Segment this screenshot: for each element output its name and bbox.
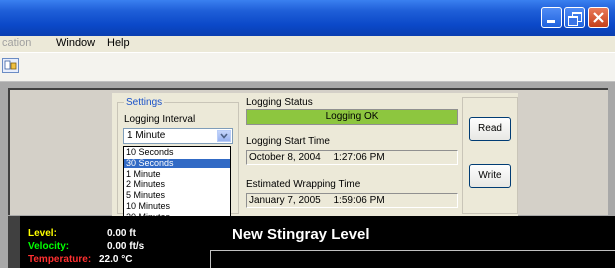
start-date: October 8, 2004 — [249, 152, 321, 163]
option-10-minutes[interactable]: 10 Minutes — [124, 202, 230, 211]
pane-border — [8, 216, 20, 268]
start-time: 1:27:06 PM — [333, 152, 385, 163]
velocity-value: 0.00 ft/s — [107, 241, 145, 252]
menu-item-application[interactable]: cation — [2, 37, 31, 49]
menu-item-help[interactable]: Help — [107, 37, 130, 49]
logging-status-indicator: Logging OK — [246, 109, 458, 125]
toolbar — [0, 52, 615, 82]
option-5-minutes[interactable]: 5 Minutes — [124, 191, 230, 200]
option-10-seconds[interactable]: 10 Seconds — [124, 148, 230, 157]
logging-interval-label: Logging Interval — [124, 114, 196, 125]
logging-start-time-label: Logging Start Time — [246, 136, 330, 147]
menu-item-window[interactable]: Window — [56, 37, 95, 49]
option-30-seconds[interactable]: 30 Seconds — [124, 159, 230, 168]
panel-title: New Stingray Level — [232, 226, 370, 243]
button-group — [462, 97, 518, 214]
minimize-icon[interactable] — [541, 7, 562, 28]
write-button[interactable]: Write — [469, 164, 511, 188]
temperature-label: Temperature: — [28, 254, 92, 265]
option-1-minute[interactable]: 1 Minute — [124, 170, 230, 179]
chevron-down-icon[interactable] — [217, 130, 231, 142]
logging-status-label: Logging Status — [246, 97, 313, 108]
maximize-icon[interactable] — [564, 7, 585, 28]
title-bar — [0, 0, 615, 36]
close-icon[interactable] — [588, 7, 609, 28]
logging-interval-select[interactable]: 1 Minute — [123, 128, 233, 144]
wrapping-time-field: January 7, 2005 1:59:06 PM — [246, 193, 458, 208]
divider-vertical — [210, 250, 211, 268]
level-label: Level: — [28, 228, 57, 239]
read-button[interactable]: Read — [469, 117, 511, 141]
logging-start-time-field: October 8, 2004 1:27:06 PM — [246, 150, 458, 165]
velocity-label: Velocity: — [28, 241, 70, 252]
wrapping-time-label: Estimated Wrapping Time — [246, 179, 361, 190]
logging-interval-value: 1 Minute — [127, 130, 166, 141]
menu-bar: cation Window Help — [0, 36, 615, 52]
logging-interval-dropdown: 10 Seconds 30 Seconds 1 Minute 2 Minutes… — [123, 146, 231, 226]
option-2-minutes[interactable]: 2 Minutes — [124, 180, 230, 189]
settings-group-title: Settings — [124, 97, 165, 108]
divider — [210, 250, 615, 251]
wrap-date: January 7, 2005 — [249, 195, 321, 206]
wrap-time: 1:59:06 PM — [333, 195, 385, 206]
document-icon[interactable] — [2, 58, 19, 73]
level-value: 0.00 ft — [107, 228, 136, 239]
temperature-value: 22.0 °C — [99, 254, 133, 265]
